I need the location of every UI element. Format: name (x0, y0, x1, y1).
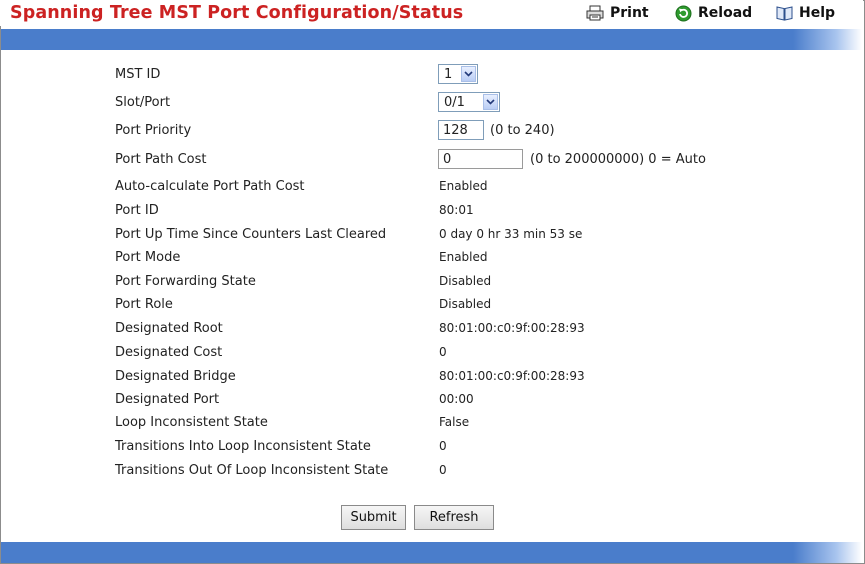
status-row: Transitions Into Loop Inconsistent State… (115, 436, 855, 458)
status-label: Transitions Out Of Loop Inconsistent Sta… (115, 463, 389, 478)
status-label: Loop Inconsistent State (115, 415, 268, 430)
mst-id-label: MST ID (115, 67, 161, 82)
status-value: Enabled (439, 179, 488, 193)
page-header: Spanning Tree MST Port Configuration/Sta… (0, 0, 863, 26)
status-value: 80:01 (439, 203, 474, 217)
port-path-cost-range: (0 to 200000000) 0 = Auto (530, 152, 706, 167)
status-row: Port Mode Enabled (115, 247, 855, 269)
status-value: 0 (439, 439, 447, 453)
slot-port-row: Slot/Port 0/1 (115, 92, 855, 114)
status-label: Designated Bridge (115, 369, 236, 384)
mst-id-row: MST ID 1 (115, 64, 855, 86)
mst-id-select[interactable]: 1 (438, 64, 478, 84)
status-label: Port Role (115, 297, 173, 312)
port-priority-row: Port Priority (0 to 240) (115, 120, 855, 142)
status-row: Transitions Out Of Loop Inconsistent Sta… (115, 460, 855, 482)
status-label: Transitions Into Loop Inconsistent State (115, 439, 371, 454)
status-row: Port ID 80:01 (115, 200, 855, 222)
footer-band (1, 542, 862, 563)
status-value: 80:01:00:c0:9f:00:28:93 (439, 369, 585, 383)
slot-port-select[interactable]: 0/1 (438, 92, 500, 112)
chevron-down-icon (483, 94, 498, 110)
status-row: Port Up Time Since Counters Last Cleared… (115, 224, 855, 246)
slot-port-value: 0/1 (444, 94, 465, 110)
status-label: Designated Root (115, 321, 223, 336)
status-value: 0 day 0 hr 33 min 53 se (439, 227, 583, 241)
port-path-cost-row: Port Path Cost (0 to 200000000) 0 = Auto (115, 149, 855, 171)
status-row: Port Forwarding State Disabled (115, 271, 855, 293)
status-row: Designated Bridge 80:01:00:c0:9f:00:28:9… (115, 366, 855, 388)
reload-button[interactable]: Reload (675, 4, 752, 22)
status-value: Disabled (439, 297, 492, 311)
reload-icon (675, 5, 692, 22)
status-value: 0 (439, 345, 447, 359)
status-label: Port Up Time Since Counters Last Cleared (115, 227, 387, 242)
status-label: Auto-calculate Port Path Cost (115, 179, 305, 194)
status-value: Disabled (439, 274, 492, 288)
status-row: Designated Port 00:00 (115, 389, 855, 411)
port-path-cost-label: Port Path Cost (115, 152, 207, 167)
status-row: Designated Root 80:01:00:c0:9f:00:28:93 (115, 318, 855, 340)
status-label: Designated Cost (115, 345, 223, 360)
help-button[interactable]: Help (776, 4, 835, 22)
status-value: Enabled (439, 250, 488, 264)
status-value: 80:01:00:c0:9f:00:28:93 (439, 321, 585, 335)
submit-button[interactable]: Submit (341, 505, 406, 530)
status-row: Auto-calculate Port Path Cost Enabled (115, 176, 855, 198)
port-path-cost-input[interactable] (438, 149, 523, 169)
page-title: Spanning Tree MST Port Configuration/Sta… (10, 3, 464, 23)
printer-icon (586, 5, 604, 21)
status-row: Designated Cost 0 (115, 342, 855, 364)
chevron-down-icon (461, 66, 476, 82)
status-value: 00:00 (439, 392, 474, 406)
status-label: Designated Port (115, 392, 220, 407)
status-value: 0 (439, 463, 447, 477)
status-row: Loop Inconsistent State False (115, 412, 855, 434)
port-priority-range: (0 to 240) (490, 123, 555, 138)
print-button[interactable]: Print (586, 4, 649, 22)
mst-id-value: 1 (444, 66, 453, 82)
port-priority-input[interactable] (438, 120, 484, 140)
status-label: Port ID (115, 203, 159, 218)
status-label: Port Mode (115, 250, 181, 265)
reload-label: Reload (698, 5, 753, 21)
status-label: Port Forwarding State (115, 274, 256, 289)
header-band (1, 29, 862, 50)
book-icon (776, 5, 793, 21)
port-priority-label: Port Priority (115, 123, 192, 138)
status-value: False (439, 415, 470, 429)
print-label: Print (610, 5, 649, 21)
help-label: Help (799, 5, 836, 21)
status-row: Port Role Disabled (115, 294, 855, 316)
refresh-button[interactable]: Refresh (414, 505, 494, 530)
slot-port-label: Slot/Port (115, 95, 171, 110)
